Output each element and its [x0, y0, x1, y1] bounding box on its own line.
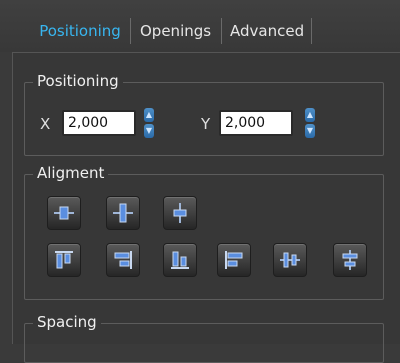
- tab-positioning[interactable]: Positioning: [38, 20, 122, 42]
- positioning-group-title: Positioning: [33, 72, 123, 90]
- distribute-vertical-button[interactable]: [333, 243, 367, 277]
- x-label: X: [40, 115, 51, 133]
- spacing-group: Spacing: [24, 313, 384, 363]
- align-top-button[interactable]: [47, 243, 81, 277]
- align-right-button[interactable]: [106, 243, 140, 277]
- align-middle-button[interactable]: [106, 196, 140, 230]
- align-center-button[interactable]: [47, 196, 81, 230]
- align-right-icon: [114, 251, 132, 269]
- align-center-vertical-icon: [173, 203, 187, 223]
- x-decrement-button[interactable]: ▼: [144, 124, 154, 138]
- y-label: Y: [201, 115, 211, 133]
- tab-openings[interactable]: Openings: [140, 20, 211, 42]
- properties-panel: Positioning X ▲ ▼ Y ▲ ▼ Aligment: [12, 52, 400, 363]
- align-middle-icon: [113, 203, 133, 223]
- align-left-button[interactable]: [217, 243, 251, 277]
- alignment-group-title: Aligment: [33, 164, 109, 182]
- x-spinner[interactable]: ▲ ▼: [144, 108, 154, 138]
- tab-separator: [221, 18, 222, 44]
- x-increment-button[interactable]: ▲: [144, 108, 154, 122]
- positioning-group: Positioning X ▲ ▼ Y ▲ ▼: [24, 72, 384, 156]
- distribute-vertical-icon: [342, 250, 358, 270]
- x-input[interactable]: [62, 110, 136, 136]
- tab-advanced[interactable]: Advanced: [230, 20, 304, 42]
- align-center-vertical-button[interactable]: [163, 196, 197, 230]
- y-spinner[interactable]: ▲ ▼: [305, 108, 315, 138]
- align-left-icon: [225, 251, 243, 269]
- align-bottom-icon: [171, 251, 189, 269]
- alignment-group: Aligment: [24, 164, 384, 300]
- tab-separator: [130, 18, 131, 44]
- align-top-icon: [55, 251, 73, 269]
- y-decrement-button[interactable]: ▼: [305, 124, 315, 138]
- y-input[interactable]: [219, 110, 293, 136]
- distribute-horizontal-icon: [280, 252, 300, 268]
- y-increment-button[interactable]: ▲: [305, 108, 315, 122]
- spacing-group-title: Spacing: [33, 313, 101, 331]
- tab-separator: [311, 18, 312, 44]
- align-center-icon: [54, 206, 74, 220]
- align-bottom-button[interactable]: [163, 243, 197, 277]
- tab-bar: Positioning Openings Advanced: [0, 0, 400, 52]
- distribute-horizontal-button[interactable]: [273, 243, 307, 277]
